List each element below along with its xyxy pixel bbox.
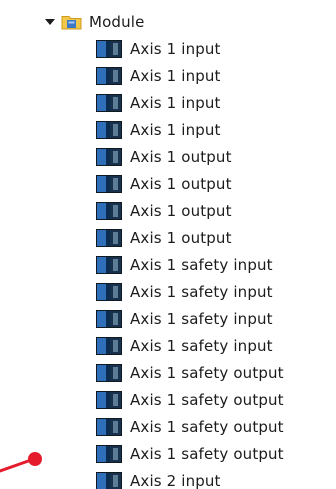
module-icon xyxy=(95,147,123,167)
tree-item-label: Axis 1 safety output xyxy=(130,390,284,409)
module-icon xyxy=(95,417,123,437)
tree-item-module[interactable]: Axis 1 output xyxy=(95,224,232,251)
tree-item-module[interactable]: Axis 1 safety output xyxy=(95,413,284,440)
module-icon xyxy=(95,39,123,59)
module-icon xyxy=(95,309,123,329)
tree-item-module[interactable]: Axis 1 input xyxy=(95,35,221,62)
module-icon xyxy=(95,471,123,489)
tree-item-module[interactable]: Axis 1 safety output xyxy=(95,359,284,386)
tree-item-label: Axis 1 safety input xyxy=(130,336,273,355)
module-icon xyxy=(95,93,123,113)
module-icon xyxy=(95,363,123,383)
tree-item-module[interactable]: Axis 1 output xyxy=(95,170,232,197)
tree-item-label: Axis 1 safety output xyxy=(130,444,284,463)
tree-item-module[interactable]: Axis 1 safety output xyxy=(95,386,284,413)
module-icon xyxy=(95,120,123,140)
tree-folder-label: Module xyxy=(89,12,145,31)
tree-item-label: Axis 1 safety output xyxy=(130,363,284,382)
folder-icon xyxy=(61,12,83,31)
tree-folder-module[interactable]: Module xyxy=(44,8,144,35)
tree-item-label: Axis 1 input xyxy=(130,66,221,85)
tree-item-module[interactable]: Axis 1 safety input xyxy=(95,305,273,332)
tree-item-label: Axis 1 input xyxy=(130,120,221,139)
expanded-triangle-icon[interactable] xyxy=(44,16,56,28)
tree-item-label: Axis 2 input xyxy=(130,471,221,489)
module-icon xyxy=(95,255,123,275)
tree-item-label: Axis 1 input xyxy=(130,39,221,58)
module-tree: Module Axis 1 input Axis 1 input Axis 1 in… xyxy=(0,0,336,489)
tree-item-module[interactable]: Axis 1 input xyxy=(95,89,221,116)
module-icon xyxy=(95,444,123,464)
tree-item-module[interactable]: Axis 1 input xyxy=(95,116,221,143)
module-icon xyxy=(95,336,123,356)
tree-item-label: Axis 1 output xyxy=(130,228,232,247)
tree-item-label: Axis 1 safety input xyxy=(130,309,273,328)
tree-item-module[interactable]: Axis 2 input xyxy=(95,467,221,489)
tree-item-label: Axis 1 output xyxy=(130,174,232,193)
tree-item-module[interactable]: Axis 1 output xyxy=(95,143,232,170)
tree-item-label: Axis 1 safety input xyxy=(130,282,273,301)
module-icon xyxy=(95,228,123,248)
module-icon xyxy=(95,174,123,194)
tree-item-module[interactable]: Axis 1 safety input xyxy=(95,251,273,278)
module-icon xyxy=(95,201,123,221)
tree-item-label: Axis 1 input xyxy=(130,93,221,112)
module-icon xyxy=(95,282,123,302)
tree-item-module[interactable]: Axis 1 input xyxy=(95,62,221,89)
module-icon xyxy=(95,66,123,86)
tree-item-module[interactable]: Axis 1 safety input xyxy=(95,278,273,305)
tree-item-label: Axis 1 safety input xyxy=(130,255,273,274)
tree-item-label: Axis 1 output xyxy=(130,201,232,220)
module-icon xyxy=(95,390,123,410)
tree-item-label: Axis 1 output xyxy=(130,147,232,166)
tree-item-label: Axis 1 safety output xyxy=(130,417,284,436)
tree-item-module[interactable]: Axis 1 output xyxy=(95,197,232,224)
tree-item-module[interactable]: Axis 1 safety output xyxy=(95,440,284,467)
tree-item-module[interactable]: Axis 1 safety input xyxy=(95,332,273,359)
